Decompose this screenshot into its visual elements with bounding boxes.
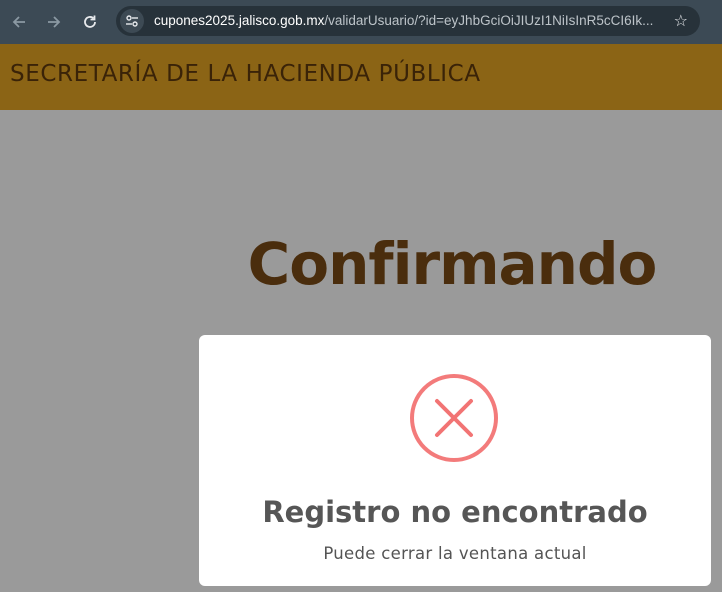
bookmark-star-icon[interactable]: ☆	[674, 11, 688, 31]
reload-icon[interactable]	[76, 8, 104, 36]
back-arrow-icon[interactable]	[5, 8, 33, 36]
page-heading-line1: Confirmando	[247, 230, 658, 298]
url-domain: cupones2025.jalisco.gob.mx	[154, 13, 325, 28]
error-modal: Registro no encontrado Puede cerrar la v…	[199, 335, 711, 586]
site-title: SECRETARÍA DE LA HACIENDA PÚBLICA	[10, 61, 481, 87]
url-path: /validarUsuario/?id=eyJhbGciOiJIUzI1NiIs…	[324, 13, 654, 28]
modal-title: Registro no encontrado	[262, 495, 648, 529]
site-header: SECRETARÍA DE LA HACIENDA PÚBLICA	[0, 44, 722, 110]
error-x-icon	[410, 374, 498, 462]
site-info-icon[interactable]	[120, 9, 144, 33]
url-text[interactable]: cupones2025.jalisco.gob.mx/validarUsuari…	[154, 13, 659, 28]
browser-toolbar: cupones2025.jalisco.gob.mx/validarUsuari…	[0, 0, 722, 44]
address-bar[interactable]: cupones2025.jalisco.gob.mx/validarUsuari…	[116, 6, 700, 36]
forward-arrow-icon[interactable]	[40, 8, 68, 36]
modal-message: Puede cerrar la ventana actual	[323, 544, 587, 563]
